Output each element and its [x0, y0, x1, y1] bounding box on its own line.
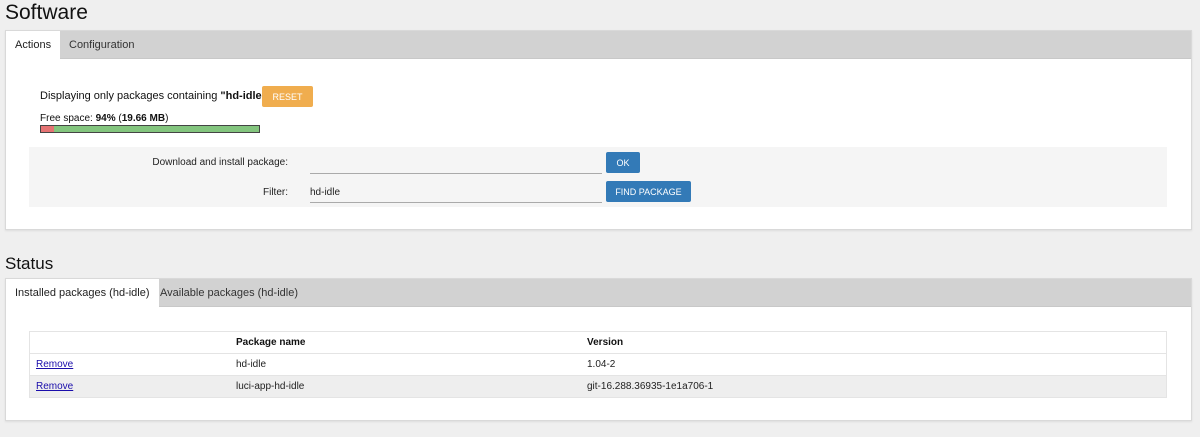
find-package-button[interactable]: FIND PACKAGE: [606, 181, 691, 202]
table-cell-version: git-16.288.36935-1e1a706-1: [587, 375, 1167, 398]
free-space-bar-used: [41, 126, 55, 132]
table-row: Remove hd-idle 1.04-2: [29, 353, 1167, 376]
table-cell-version: 1.04-2: [587, 353, 1167, 376]
free-space-bar: [40, 125, 260, 133]
filter-input[interactable]: [310, 182, 602, 203]
remove-link[interactable]: Remove: [36, 359, 73, 370]
table-cell-package-name: luci-app-hd-idle: [236, 375, 587, 398]
install-form: Download and install package: Filter:: [29, 147, 1167, 207]
filter-info: Displaying only packages containing "hd-…: [40, 90, 267, 102]
reset-button[interactable]: RESET: [262, 86, 313, 107]
actions-tabbar: Actions Configuration: [6, 31, 1191, 59]
free-space-text: Free space: 94% (19.66 MB): [40, 113, 168, 124]
page-title: Software: [5, 1, 88, 24]
filter-info-prefix: Displaying only packages containing: [40, 90, 221, 102]
filter-info-term: "hd-idle": [220, 90, 267, 102]
packages-table: Package name Version Remove hd-idle 1.04…: [29, 331, 1167, 398]
download-input[interactable]: [310, 153, 602, 174]
status-tabbar: Installed packages (hd-idle) Available p…: [6, 279, 1191, 307]
column-header-action: [29, 331, 236, 354]
tab-available-packages[interactable]: Available packages (hd-idle): [151, 279, 307, 307]
status-panel: Installed packages (hd-idle) Available p…: [5, 278, 1192, 421]
free-space-size: 19.66 MB: [121, 113, 166, 124]
column-header-version: Version: [587, 331, 1167, 354]
free-space-percent: 94%: [95, 113, 116, 124]
status-title: Status: [5, 254, 54, 273]
actions-panel: Actions Configuration Displaying only pa…: [5, 30, 1192, 230]
tab-configuration[interactable]: Configuration: [60, 31, 143, 59]
table-cell-package-name: hd-idle: [236, 353, 587, 376]
free-space-close: ): [165, 113, 169, 124]
table-row: Remove luci-app-hd-idle git-16.288.36935…: [29, 375, 1167, 398]
filter-label: Filter:: [263, 187, 288, 198]
tab-actions[interactable]: Actions: [6, 31, 61, 59]
table-cell-action: Remove: [29, 353, 236, 376]
table-cell-action: Remove: [29, 375, 236, 398]
tab-installed-packages[interactable]: Installed packages (hd-idle): [6, 279, 159, 307]
ok-button[interactable]: OK: [606, 152, 640, 173]
free-space-label: Free space:: [40, 113, 96, 124]
column-header-package-name: Package name: [236, 331, 587, 354]
download-label: Download and install package:: [152, 157, 288, 168]
remove-link[interactable]: Remove: [36, 381, 73, 392]
table-header-row: Package name Version: [29, 331, 1167, 354]
